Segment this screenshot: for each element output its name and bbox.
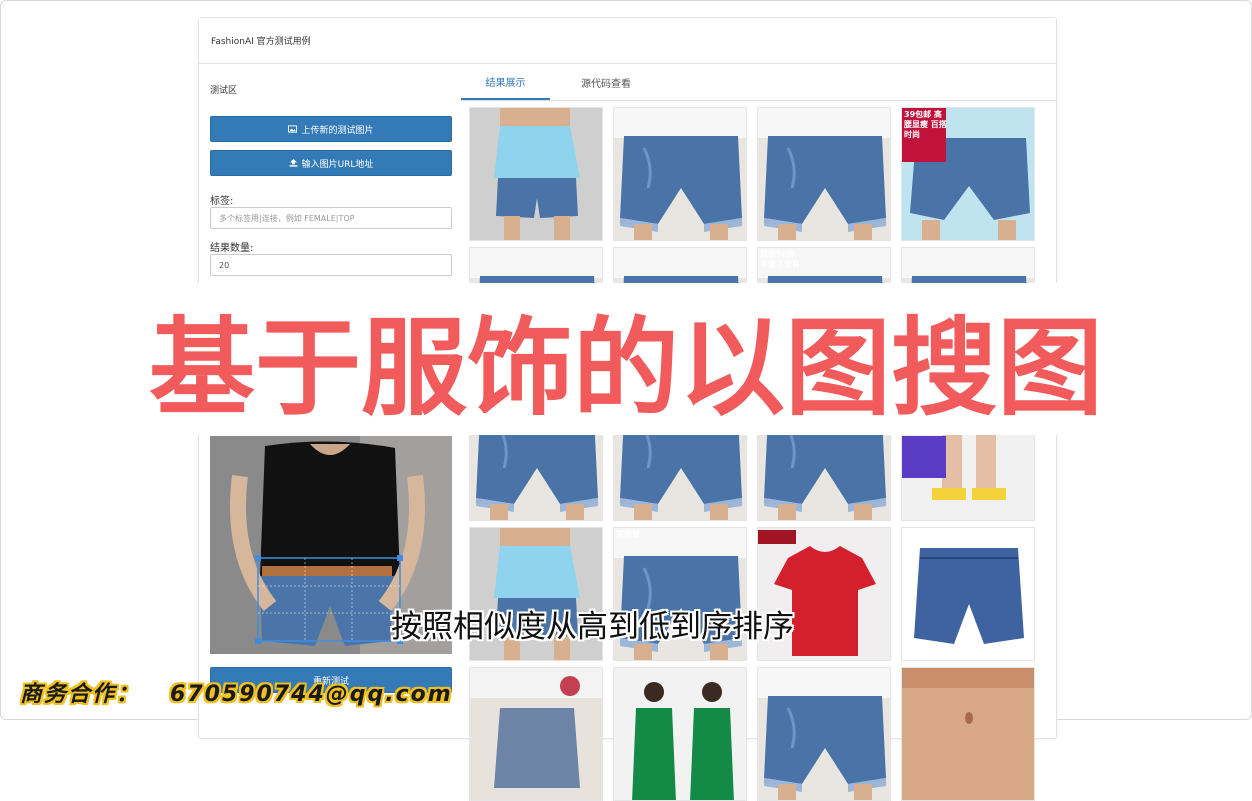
result-thumbnail[interactable] — [901, 527, 1035, 661]
result-thumbnail[interactable] — [757, 667, 891, 801]
tab-source-code[interactable]: 源代码查看 — [565, 64, 647, 100]
result-thumbnail[interactable] — [613, 107, 747, 241]
image-url-button[interactable]: 输入图片URL地址 — [210, 150, 452, 176]
tab-source-label: 源代码查看 — [581, 78, 631, 90]
tags-input[interactable] — [210, 207, 452, 229]
url-button-label: 输入图片URL地址 — [301, 159, 374, 170]
result-thumbnail[interactable] — [901, 667, 1035, 801]
result-count-label: 结果数量: — [210, 243, 254, 254]
upload-image-button[interactable]: 上传新的测试图片 — [210, 116, 452, 142]
result-thumbnail[interactable] — [757, 107, 891, 241]
contact-label: 商务合作： — [20, 682, 141, 707]
result-overlay-text: 花依雪 — [616, 530, 640, 539]
subtitle-caption: 按照相似度从高到低到序排序 — [391, 609, 794, 645]
tags-label: 标签: — [210, 196, 234, 207]
upload-button-label: 上传新的测试图片 — [301, 125, 374, 136]
result-overlay-text: 39包邮 高腰显瘦 百搭时尚 — [904, 110, 947, 139]
result-tabs: 结果展示 源代码查看 — [461, 64, 1056, 101]
result-thumbnail[interactable] — [469, 107, 603, 241]
page-title: FashionAI 官方测试用例 — [211, 37, 311, 47]
tab-results[interactable]: 结果展示 — [461, 64, 550, 100]
result-thumbnail[interactable] — [469, 667, 603, 801]
panel-header: FashionAI 官方测试用例 — [199, 18, 1056, 64]
result-grid: 39包邮 高腰显瘦 百搭时尚限供50件 手慢了没有3折直降花依雪 — [469, 107, 1049, 801]
title-banner: 基于服饰的以图搜图 — [114, 283, 1138, 435]
contact-email: 670590744@qq.com — [170, 682, 453, 707]
result-overlay-text: 限供50件 手慢了没有 — [760, 250, 800, 269]
image-icon — [288, 125, 298, 133]
upload-icon — [289, 159, 298, 167]
result-count-input[interactable] — [210, 254, 452, 276]
result-thumbnail[interactable]: 39包邮 高腰显瘦 百搭时尚 — [901, 107, 1035, 241]
tab-results-label: 结果展示 — [485, 77, 526, 89]
contact-caption: 商务合作： 670590744@qq.com — [20, 676, 453, 708]
section-title: 测试区 — [210, 86, 238, 96]
result-thumbnail[interactable] — [613, 667, 747, 801]
banner-text: 基于服饰的以图搜图 — [149, 307, 1103, 430]
